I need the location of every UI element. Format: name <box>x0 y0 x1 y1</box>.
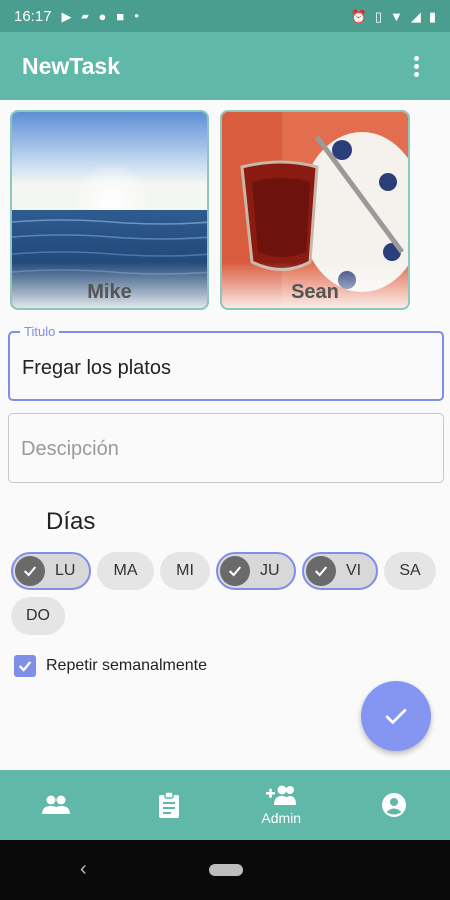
status-bar: 16:17 ▶ ▰ ● ■ ● ⏰ ▯ ▼ ◢ ▮ <box>0 0 450 32</box>
add-person-icon <box>266 785 297 805</box>
status-time: 16:17 <box>14 7 52 25</box>
day-chip-label: JU <box>260 562 280 579</box>
description-field[interactable]: Descipción <box>8 413 444 483</box>
clipboard-icon <box>158 791 179 818</box>
check-icon <box>385 708 407 725</box>
signal-icon: ◢ <box>410 8 421 24</box>
title-field[interactable]: Titulo Fregar los platos <box>8 324 444 401</box>
day-chip-label: MI <box>176 562 194 579</box>
people-icon <box>42 795 71 814</box>
days-heading: Días <box>46 508 96 535</box>
dot-icon: ● <box>134 11 140 20</box>
android-icon: ● <box>98 8 107 24</box>
day-chip-vi[interactable]: VI <box>302 552 378 590</box>
title-field-value[interactable]: Fregar los platos <box>22 357 171 380</box>
day-chip-label: VI <box>346 562 362 579</box>
check-icon <box>220 556 250 586</box>
day-chip-ju[interactable]: JU <box>216 552 296 590</box>
day-chip-sa[interactable]: SA <box>384 552 436 590</box>
person-card-sean[interactable]: Sean <box>220 110 410 310</box>
alarm-icon: ⏰ <box>350 8 367 24</box>
nav-item-account[interactable] <box>338 770 450 840</box>
battery-icon: ▮ <box>428 8 436 24</box>
sim-icon: ▰ <box>81 10 89 21</box>
person-name-sean: Sean <box>291 281 339 303</box>
title-field-label: Titulo <box>20 324 60 339</box>
repeat-weekly-checkbox[interactable] <box>14 655 36 677</box>
check-icon <box>18 661 32 672</box>
nav-item-people[interactable] <box>0 770 113 840</box>
check-icon <box>306 556 336 586</box>
nav-item-admin[interactable]: Admin <box>225 770 338 840</box>
app-title: NewTask <box>22 52 121 79</box>
back-icon[interactable]: ‹ <box>80 858 87 881</box>
square-icon: ■ <box>116 8 125 24</box>
nav-item-tasks[interactable] <box>113 770 226 840</box>
description-placeholder: Descipción <box>21 438 119 460</box>
vibrate-icon: ▯ <box>374 8 382 24</box>
account-circle-icon <box>381 793 406 817</box>
day-chip-do[interactable]: DO <box>11 597 65 635</box>
day-chip-ma[interactable]: MA <box>97 552 154 590</box>
person-card-mike[interactable]: Mike <box>10 110 209 310</box>
system-navigation-bar: ‹ <box>0 840 450 900</box>
app-bar: NewTask <box>0 32 450 100</box>
day-chip-label: LU <box>55 562 76 579</box>
day-chip-label: MA <box>113 562 138 579</box>
play-icon: ▶ <box>61 8 72 24</box>
day-chip-lu[interactable]: LU <box>11 552 91 590</box>
home-pill[interactable] <box>209 864 243 876</box>
repeat-weekly-row[interactable]: Repetir semanalmente <box>14 655 207 677</box>
person-name-mike: Mike <box>87 281 132 303</box>
check-icon <box>15 556 45 586</box>
bottom-navigation: Admin <box>0 770 450 840</box>
save-task-button[interactable] <box>361 681 431 751</box>
day-chip-label: DO <box>26 607 50 624</box>
wifi-icon: ▼ <box>389 8 403 24</box>
day-chip-mi[interactable]: MI <box>160 552 210 590</box>
nav-label-admin: Admin <box>261 810 302 826</box>
repeat-weekly-label: Repetir semanalmente <box>46 657 207 674</box>
more-options-icon[interactable] <box>404 50 428 82</box>
day-chip-label: SA <box>399 562 421 579</box>
